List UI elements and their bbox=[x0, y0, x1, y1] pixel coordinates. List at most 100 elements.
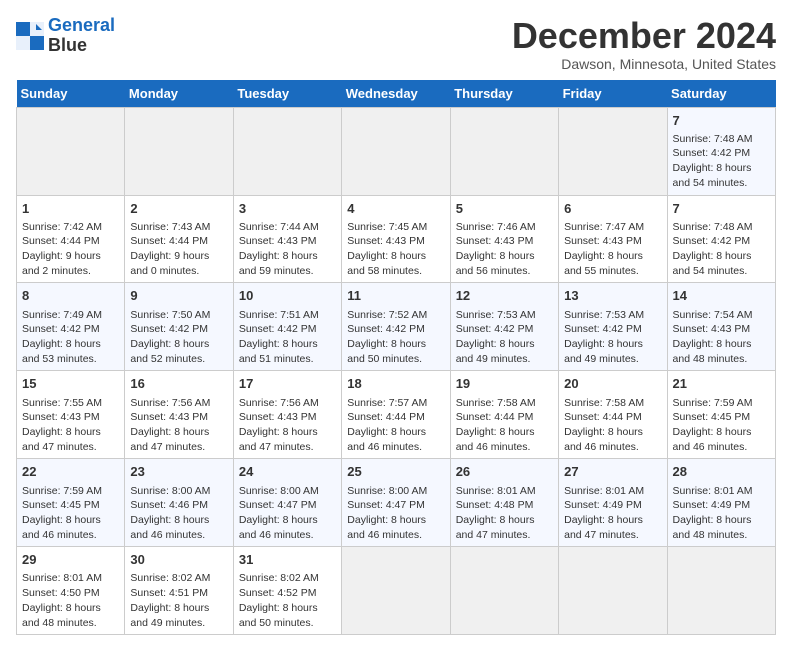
daylight-text: Daylight: 8 hours and 48 minutes. bbox=[673, 513, 770, 542]
sunset-text: Sunset: 4:43 PM bbox=[239, 410, 336, 425]
calendar-cell: 6Sunrise: 7:47 AMSunset: 4:43 PMDaylight… bbox=[559, 195, 667, 283]
sunrise-text: Sunrise: 8:00 AM bbox=[239, 484, 336, 499]
calendar-cell: 19Sunrise: 7:58 AMSunset: 4:44 PMDayligh… bbox=[450, 371, 558, 459]
day-header-wednesday: Wednesday bbox=[342, 80, 450, 108]
calendar-cell: 25Sunrise: 8:00 AMSunset: 4:47 PMDayligh… bbox=[342, 459, 450, 547]
sunset-text: Sunset: 4:51 PM bbox=[130, 586, 227, 601]
calendar-cell: 4Sunrise: 7:45 AMSunset: 4:43 PMDaylight… bbox=[342, 195, 450, 283]
sunrise-text: Sunrise: 8:01 AM bbox=[564, 484, 661, 499]
calendar-cell: 22Sunrise: 7:59 AMSunset: 4:45 PMDayligh… bbox=[17, 459, 125, 547]
sunrise-text: Sunrise: 8:00 AM bbox=[130, 484, 227, 499]
calendar-week-4: 22Sunrise: 7:59 AMSunset: 4:45 PMDayligh… bbox=[17, 459, 776, 547]
sunset-text: Sunset: 4:42 PM bbox=[130, 322, 227, 337]
day-number: 12 bbox=[456, 287, 553, 305]
daylight-text: Daylight: 8 hours and 50 minutes. bbox=[347, 337, 444, 366]
calendar-cell: 2Sunrise: 7:43 AMSunset: 4:44 PMDaylight… bbox=[125, 195, 233, 283]
daylight-text: Daylight: 8 hours and 51 minutes. bbox=[239, 337, 336, 366]
daylight-text: Daylight: 8 hours and 46 minutes. bbox=[564, 425, 661, 454]
sunrise-text: Sunrise: 7:47 AM bbox=[564, 220, 661, 235]
calendar-cell: 9Sunrise: 7:50 AMSunset: 4:42 PMDaylight… bbox=[125, 283, 233, 371]
calendar-cell: 10Sunrise: 7:51 AMSunset: 4:42 PMDayligh… bbox=[233, 283, 341, 371]
sunset-text: Sunset: 4:44 PM bbox=[22, 234, 119, 249]
day-number: 7 bbox=[673, 200, 770, 218]
day-number: 9 bbox=[130, 287, 227, 305]
day-number: 28 bbox=[673, 463, 770, 481]
sunset-text: Sunset: 4:42 PM bbox=[22, 322, 119, 337]
day-number: 1 bbox=[22, 200, 119, 218]
sunset-text: Sunset: 4:45 PM bbox=[22, 498, 119, 513]
logo-line1: General bbox=[48, 15, 115, 35]
sunrise-text: Sunrise: 7:55 AM bbox=[22, 396, 119, 411]
calendar-cell: 1Sunrise: 7:42 AMSunset: 4:44 PMDaylight… bbox=[17, 195, 125, 283]
day-number: 4 bbox=[347, 200, 444, 218]
sunrise-text: Sunrise: 7:50 AM bbox=[130, 308, 227, 323]
calendar-cell: 21Sunrise: 7:59 AMSunset: 4:45 PMDayligh… bbox=[667, 371, 775, 459]
sunset-text: Sunset: 4:44 PM bbox=[564, 410, 661, 425]
calendar-cell bbox=[233, 107, 341, 195]
day-number: 30 bbox=[130, 551, 227, 569]
sunset-text: Sunset: 4:42 PM bbox=[564, 322, 661, 337]
day-number: 10 bbox=[239, 287, 336, 305]
header: General Blue December 2024 Dawson, Minne… bbox=[16, 16, 776, 72]
sunrise-text: Sunrise: 7:59 AM bbox=[673, 396, 770, 411]
sunset-text: Sunset: 4:49 PM bbox=[673, 498, 770, 513]
calendar-cell bbox=[450, 107, 558, 195]
day-number: 18 bbox=[347, 375, 444, 393]
day-header-friday: Friday bbox=[559, 80, 667, 108]
calendar-cell: 7Sunrise: 7:48 AMSunset: 4:42 PMDaylight… bbox=[667, 195, 775, 283]
sunrise-text: Sunrise: 7:45 AM bbox=[347, 220, 444, 235]
daylight-text: Daylight: 8 hours and 47 minutes. bbox=[130, 425, 227, 454]
sunset-text: Sunset: 4:47 PM bbox=[347, 498, 444, 513]
day-header-tuesday: Tuesday bbox=[233, 80, 341, 108]
sunrise-text: Sunrise: 8:01 AM bbox=[456, 484, 553, 499]
sunset-text: Sunset: 4:43 PM bbox=[239, 234, 336, 249]
daylight-text: Daylight: 8 hours and 50 minutes. bbox=[239, 601, 336, 630]
calendar-cell bbox=[559, 547, 667, 635]
daylight-text: Daylight: 8 hours and 46 minutes. bbox=[22, 513, 119, 542]
day-number: 8 bbox=[22, 287, 119, 305]
sunset-text: Sunset: 4:45 PM bbox=[673, 410, 770, 425]
calendar-week-3: 15Sunrise: 7:55 AMSunset: 4:43 PMDayligh… bbox=[17, 371, 776, 459]
daylight-text: Daylight: 8 hours and 47 minutes. bbox=[239, 425, 336, 454]
sunrise-text: Sunrise: 7:56 AM bbox=[130, 396, 227, 411]
day-header-sunday: Sunday bbox=[17, 80, 125, 108]
calendar-week-5: 29Sunrise: 8:01 AMSunset: 4:50 PMDayligh… bbox=[17, 547, 776, 635]
sunrise-text: Sunrise: 7:43 AM bbox=[130, 220, 227, 235]
sunrise-text: Sunrise: 7:53 AM bbox=[564, 308, 661, 323]
day-number: 23 bbox=[130, 463, 227, 481]
calendar-cell: 31Sunrise: 8:02 AMSunset: 4:52 PMDayligh… bbox=[233, 547, 341, 635]
day-number: 27 bbox=[564, 463, 661, 481]
sunset-text: Sunset: 4:43 PM bbox=[130, 410, 227, 425]
daylight-text: Daylight: 8 hours and 48 minutes. bbox=[22, 601, 119, 630]
calendar-cell: 24Sunrise: 8:00 AMSunset: 4:47 PMDayligh… bbox=[233, 459, 341, 547]
calendar-cell: 17Sunrise: 7:56 AMSunset: 4:43 PMDayligh… bbox=[233, 371, 341, 459]
day-number: 16 bbox=[130, 375, 227, 393]
day-number: 21 bbox=[673, 375, 770, 393]
daylight-text: Daylight: 8 hours and 56 minutes. bbox=[456, 249, 553, 278]
sunrise-text: Sunrise: 7:53 AM bbox=[456, 308, 553, 323]
calendar-header: SundayMondayTuesdayWednesdayThursdayFrid… bbox=[17, 80, 776, 108]
daylight-text: Daylight: 8 hours and 46 minutes. bbox=[347, 425, 444, 454]
day-number: 7 bbox=[673, 112, 770, 130]
calendar-cell: 26Sunrise: 8:01 AMSunset: 4:48 PMDayligh… bbox=[450, 459, 558, 547]
sunset-text: Sunset: 4:43 PM bbox=[673, 322, 770, 337]
sunrise-text: Sunrise: 7:48 AM bbox=[673, 220, 770, 235]
sunset-text: Sunset: 4:50 PM bbox=[22, 586, 119, 601]
daylight-text: Daylight: 8 hours and 58 minutes. bbox=[347, 249, 444, 278]
logo-line2: Blue bbox=[48, 36, 115, 56]
daylight-text: Daylight: 8 hours and 49 minutes. bbox=[130, 601, 227, 630]
day-number: 13 bbox=[564, 287, 661, 305]
sunset-text: Sunset: 4:43 PM bbox=[564, 234, 661, 249]
sunrise-text: Sunrise: 7:49 AM bbox=[22, 308, 119, 323]
daylight-text: Daylight: 8 hours and 47 minutes. bbox=[564, 513, 661, 542]
calendar-cell: 14Sunrise: 7:54 AMSunset: 4:43 PMDayligh… bbox=[667, 283, 775, 371]
sunrise-text: Sunrise: 8:02 AM bbox=[130, 571, 227, 586]
logo-text: General Blue bbox=[48, 16, 115, 56]
title-area: December 2024 Dawson, Minnesota, United … bbox=[512, 16, 776, 72]
sunrise-text: Sunrise: 8:00 AM bbox=[347, 484, 444, 499]
calendar-cell: 27Sunrise: 8:01 AMSunset: 4:49 PMDayligh… bbox=[559, 459, 667, 547]
calendar-table: SundayMondayTuesdayWednesdayThursdayFrid… bbox=[16, 80, 776, 636]
day-number: 19 bbox=[456, 375, 553, 393]
calendar-cell bbox=[450, 547, 558, 635]
daylight-text: Daylight: 8 hours and 47 minutes. bbox=[456, 513, 553, 542]
